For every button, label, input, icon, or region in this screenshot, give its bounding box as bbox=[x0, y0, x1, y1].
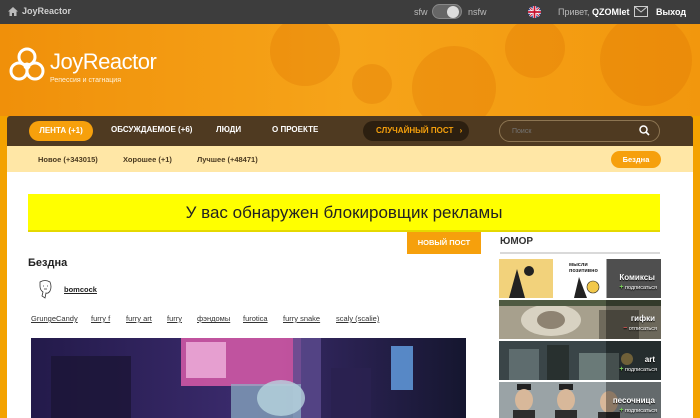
subscribe-button[interactable]: + подписаться bbox=[619, 366, 657, 373]
content-area: У вас обнаружен блокировщик рекламы НОВЫ… bbox=[7, 172, 693, 418]
page-title: Бездна bbox=[28, 257, 68, 269]
site-header: JoyReactor Репессия и стагнация bbox=[0, 24, 700, 116]
new-post-button[interactable]: НОВЫЙ ПОСТ bbox=[407, 232, 481, 254]
tag-link[interactable]: furry snake bbox=[283, 314, 320, 323]
tag-list: GrungeCandy furry f furry art furry фэнд… bbox=[28, 314, 468, 328]
home-icon bbox=[8, 6, 18, 16]
logout-link[interactable]: Выход bbox=[656, 7, 686, 17]
sidebar-item-art[interactable]: art + подписаться bbox=[499, 341, 661, 380]
tile-label: гифки bbox=[630, 314, 655, 323]
biohazard-logo-icon bbox=[9, 47, 45, 81]
sidebar-heading-label: ЮМОР bbox=[500, 236, 534, 247]
subscribe-button[interactable]: + подписаться bbox=[619, 284, 657, 291]
logo-text: JoyReactor Репессия и стагнация bbox=[50, 46, 157, 84]
greeting: Привет, QZOMlet bbox=[558, 7, 630, 17]
bg-decoration bbox=[505, 24, 565, 78]
subscribe-label: подписаться bbox=[625, 408, 657, 414]
top-bar: JoyReactor sfw nsfw Привет, QZOMlet Выхо… bbox=[0, 0, 700, 24]
site-logo[interactable]: JoyReactor Репессия и стагнация bbox=[8, 46, 157, 84]
sidebar-item-comics[interactable]: мысли позитивно Комиксы + подписаться bbox=[499, 259, 661, 298]
nav-about[interactable]: О ПРОЕКТЕ bbox=[272, 125, 318, 134]
comic-caption: мысли позитивно bbox=[569, 262, 598, 274]
tag-link[interactable]: scaly (scalie) bbox=[336, 314, 379, 323]
tab-best[interactable]: Лучшее (+48471) bbox=[197, 155, 258, 164]
unsubscribe-label: отписаться bbox=[628, 326, 657, 332]
minus-icon: − bbox=[623, 325, 628, 332]
subscribe-button[interactable]: + подписаться bbox=[619, 407, 657, 414]
chevron-right-icon: › bbox=[459, 126, 463, 135]
logo-title: JoyReactor bbox=[50, 49, 157, 74]
avatar[interactable] bbox=[37, 280, 53, 300]
nsfw-label: nsfw bbox=[468, 7, 487, 17]
sidebar-item-gifs[interactable]: гифки − отписаться bbox=[499, 300, 661, 339]
sfw-label: sfw bbox=[414, 7, 428, 17]
random-post-label: СЛУЧАЙНЫЙ ПОСТ bbox=[376, 126, 454, 135]
bg-decoration bbox=[270, 24, 340, 86]
home-link[interactable]: JoyReactor bbox=[8, 6, 71, 16]
subscribe-label: подписаться bbox=[625, 367, 657, 373]
tag-link[interactable]: фэндомы bbox=[197, 314, 230, 323]
nav-feed[interactable]: ЛЕНТА (+1) bbox=[29, 121, 93, 141]
plus-icon: + bbox=[619, 407, 624, 414]
bg-decoration bbox=[600, 24, 692, 106]
toggle-knob bbox=[447, 6, 459, 18]
logo-tagline: Репессия и стагнация bbox=[50, 77, 121, 84]
tab-abyss[interactable]: Бездна bbox=[611, 151, 661, 168]
mail-icon[interactable] bbox=[634, 6, 648, 17]
tag-link[interactable]: furotica bbox=[243, 314, 268, 323]
brand-label: JoyReactor bbox=[22, 6, 72, 16]
subscribe-label: подписаться bbox=[625, 285, 657, 291]
tile-label: песочница bbox=[612, 396, 655, 405]
adblock-notice: У вас обнаружен блокировщик рекламы bbox=[28, 194, 660, 232]
tab-new[interactable]: Новое (+343015) bbox=[38, 155, 98, 164]
tag-link[interactable]: furry bbox=[167, 314, 182, 323]
nav-discussed[interactable]: ОБСУЖДАЕМОЕ (+6) bbox=[111, 125, 192, 134]
post-image[interactable] bbox=[31, 338, 466, 418]
sidebar-item-sandbox[interactable]: песочница + подписаться bbox=[499, 382, 661, 418]
search-icon[interactable] bbox=[639, 125, 650, 136]
plus-icon: + bbox=[619, 284, 624, 291]
username-link[interactable]: QZOMlet bbox=[592, 7, 630, 17]
plus-icon: + bbox=[619, 366, 624, 373]
author-link[interactable]: bomcock bbox=[64, 285, 97, 294]
tag-link[interactable]: GrungeCandy bbox=[31, 314, 78, 323]
search-input[interactable] bbox=[499, 120, 660, 142]
unsubscribe-button[interactable]: − отписаться bbox=[623, 325, 657, 332]
greeting-text: Привет, bbox=[558, 7, 590, 17]
tile-label: art bbox=[644, 355, 655, 364]
uk-flag-icon[interactable] bbox=[528, 6, 541, 18]
sub-nav: Новое (+343015) Хорошее (+1) Лучшее (+48… bbox=[7, 146, 693, 172]
nav-people[interactable]: ЛЮДИ bbox=[216, 125, 241, 134]
random-post-button[interactable]: СЛУЧАЙНЫЙ ПОСТ › bbox=[363, 121, 469, 141]
main-nav: ЛЕНТА (+1) ОБСУЖДАЕМОЕ (+6) ЛЮДИ О ПРОЕК… bbox=[7, 116, 693, 146]
sidebar-heading: ЮМОР bbox=[500, 232, 660, 254]
sfw-nsfw-toggle[interactable] bbox=[432, 4, 462, 19]
tab-good[interactable]: Хорошее (+1) bbox=[123, 155, 172, 164]
tag-link[interactable]: furry art bbox=[126, 314, 152, 323]
bg-decoration bbox=[412, 46, 496, 116]
tile-label: Комиксы bbox=[619, 273, 655, 282]
bg-decoration bbox=[352, 64, 392, 104]
tag-link[interactable]: furry f bbox=[91, 314, 110, 323]
